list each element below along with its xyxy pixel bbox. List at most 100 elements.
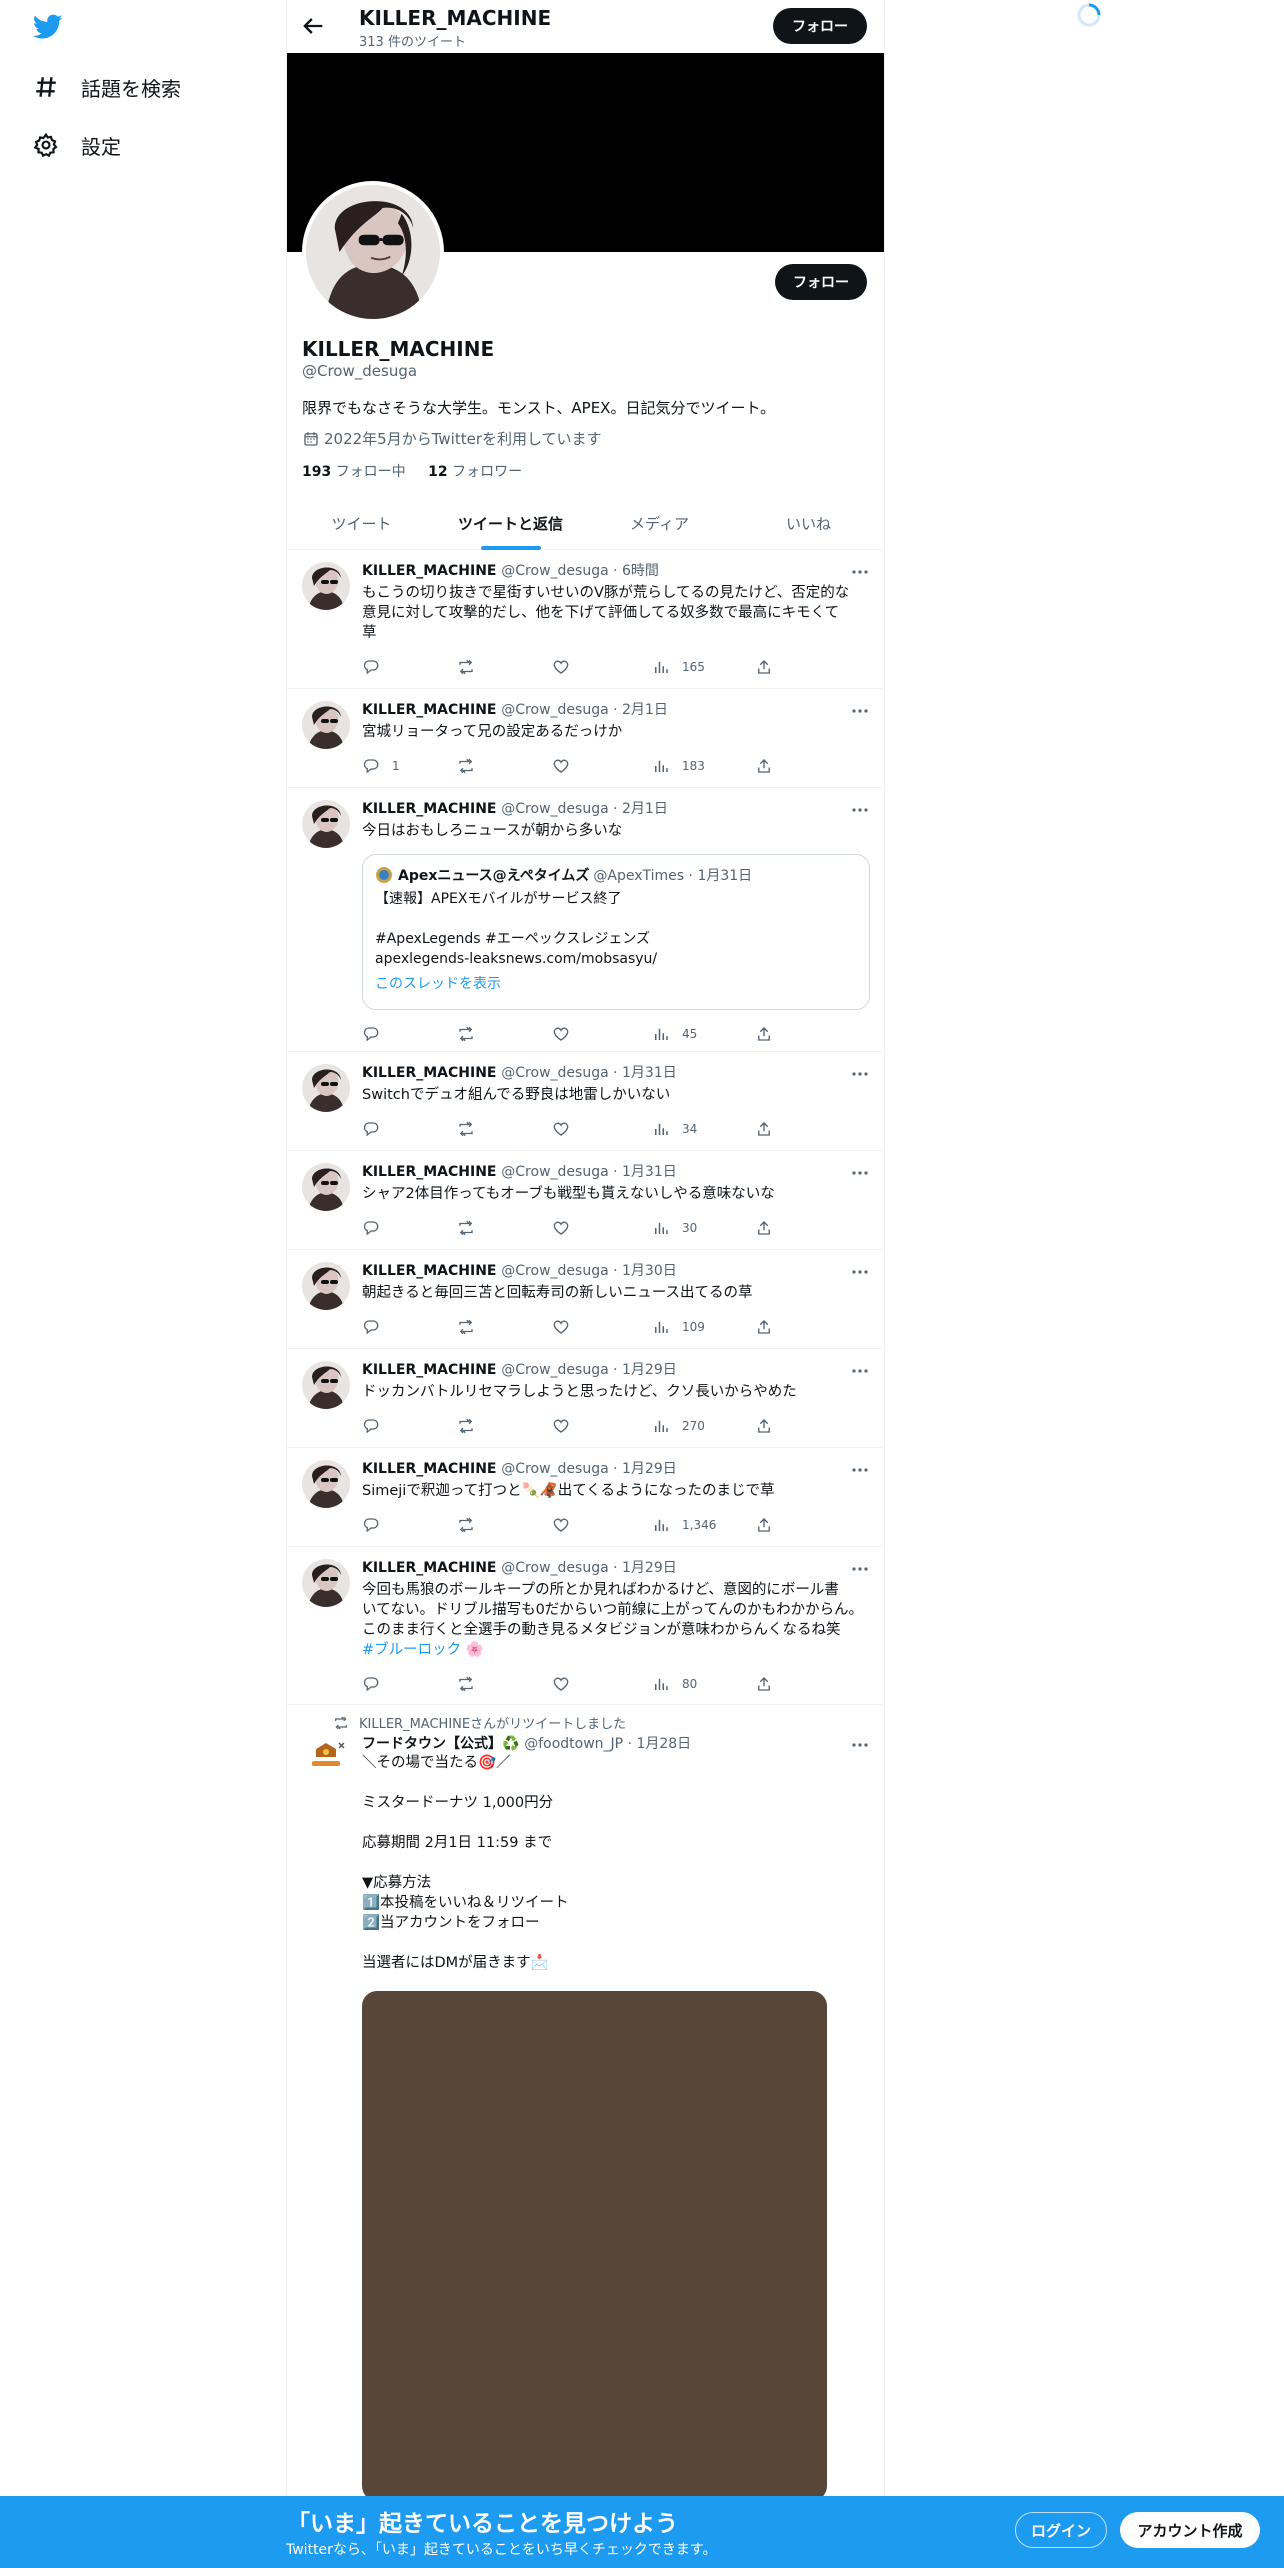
nav-settings[interactable]: 設定 xyxy=(33,125,121,165)
tweet-avatar[interactable] xyxy=(302,1361,350,1409)
tweet[interactable]: KILLER_MACHINE @Crow_desuga · 1月31日 Swit… xyxy=(287,1052,884,1151)
retweet-button[interactable] xyxy=(457,1317,475,1337)
like-button[interactable] xyxy=(552,657,570,677)
retweet-button[interactable] xyxy=(457,1674,475,1694)
share-button[interactable] xyxy=(755,1317,773,1337)
reply-button[interactable] xyxy=(362,1317,392,1337)
views-button[interactable]: 34 xyxy=(652,1119,697,1139)
like-button[interactable] xyxy=(552,1317,570,1337)
tweet[interactable]: KILLER_MACHINE @Crow_desuga · 1月29日 ドッカン… xyxy=(287,1349,884,1448)
tweet-avatar[interactable] xyxy=(302,1163,350,1211)
tweet-avatar[interactable] xyxy=(302,562,350,610)
back-arrow-icon[interactable] xyxy=(299,12,327,40)
more-options-icon[interactable] xyxy=(850,1735,870,1755)
more-options-icon[interactable] xyxy=(850,1262,870,1282)
retweet-button[interactable] xyxy=(457,1515,475,1535)
views-button[interactable]: 109 xyxy=(652,1317,705,1337)
tweet-avatar[interactable] xyxy=(302,1262,350,1310)
share-button[interactable] xyxy=(755,1515,773,1535)
views-button[interactable]: 183 xyxy=(652,756,705,776)
more-options-icon[interactable] xyxy=(850,562,870,582)
share-button[interactable] xyxy=(755,1218,773,1238)
tweet-author-name[interactable]: KILLER_MACHINE xyxy=(362,1560,497,1576)
like-button[interactable] xyxy=(552,1416,570,1436)
more-options-icon[interactable] xyxy=(850,1064,870,1084)
tweet[interactable]: KILLER_MACHINE @Crow_desuga · 1月31日 シャア2… xyxy=(287,1151,884,1250)
tweet-media-image[interactable] xyxy=(362,1991,827,2501)
quoted-tweet[interactable]: Apexニュース@えぺタイムズ @ApexTimes · 1月31日 【速報】A… xyxy=(362,854,870,1010)
reply-button[interactable] xyxy=(362,1416,392,1436)
views-button[interactable]: 1,346 xyxy=(652,1515,716,1535)
views-button[interactable]: 30 xyxy=(652,1218,697,1238)
reply-button[interactable] xyxy=(362,1024,392,1044)
share-button[interactable] xyxy=(755,1416,773,1436)
profile-follow-button[interactable]: フォロー xyxy=(775,264,867,300)
reply-button[interactable] xyxy=(362,1674,392,1694)
show-thread-link[interactable]: このスレッドを表示 xyxy=(375,973,501,993)
tweet-avatar[interactable] xyxy=(302,701,350,749)
like-button[interactable] xyxy=(552,1119,570,1139)
like-button[interactable] xyxy=(552,1674,570,1694)
tweet-avatar[interactable] xyxy=(302,1460,350,1508)
twitter-bird-icon[interactable] xyxy=(33,14,63,40)
reply-button[interactable]: 1 xyxy=(362,756,400,776)
tab-likes[interactable]: いいね xyxy=(734,497,883,550)
reply-button[interactable] xyxy=(362,1119,392,1139)
retweet-button[interactable] xyxy=(457,1119,475,1139)
retweet-button[interactable] xyxy=(457,1024,475,1044)
more-options-icon[interactable] xyxy=(850,1361,870,1381)
tweet-author-name[interactable]: KILLER_MACHINE xyxy=(362,1065,497,1081)
share-button[interactable] xyxy=(755,657,773,677)
tweet-avatar[interactable] xyxy=(302,1559,350,1607)
header-follow-button[interactable]: フォロー xyxy=(773,8,867,44)
like-button[interactable] xyxy=(552,1024,570,1044)
tweet[interactable]: KILLER_MACHINE @Crow_desuga · 2月1日 今日はおも… xyxy=(287,788,884,1052)
like-button[interactable] xyxy=(552,1515,570,1535)
views-button[interactable]: 45 xyxy=(652,1024,697,1044)
retweet-button[interactable] xyxy=(457,1218,475,1238)
tweet-author-name[interactable]: KILLER_MACHINE xyxy=(362,1164,497,1180)
tweet-author-name[interactable]: フードタウン【公式】♻️ xyxy=(362,1736,519,1752)
tweet[interactable]: KILLER_MACHINE @Crow_desuga · 2月1日 宮城リョー… xyxy=(287,689,884,788)
retweet-button[interactable] xyxy=(457,1416,475,1436)
views-button[interactable]: 165 xyxy=(652,657,705,677)
tweet-author-name[interactable]: KILLER_MACHINE xyxy=(362,1461,497,1477)
tweet-avatar[interactable] xyxy=(302,1735,350,1783)
profile-avatar[interactable] xyxy=(302,181,444,323)
tweet-author-name[interactable]: KILLER_MACHINE xyxy=(362,1362,497,1378)
like-button[interactable] xyxy=(552,756,570,776)
share-button[interactable] xyxy=(755,1024,773,1044)
tweet[interactable]: KILLER_MACHINE @Crow_desuga · 1月29日 Sime… xyxy=(287,1448,884,1547)
more-options-icon[interactable] xyxy=(850,800,870,820)
retweeted-tweet[interactable]: KILLER_MACHINEさんがリツイートしました フードタウン【公式】♻️ … xyxy=(287,1705,884,2568)
login-button[interactable]: ログイン xyxy=(1015,2512,1107,2548)
views-button[interactable]: 270 xyxy=(652,1416,705,1436)
more-options-icon[interactable] xyxy=(850,1460,870,1480)
reply-button[interactable] xyxy=(362,1515,392,1535)
like-button[interactable] xyxy=(552,1218,570,1238)
tweet-author-name[interactable]: KILLER_MACHINE xyxy=(362,702,497,718)
share-button[interactable] xyxy=(755,1119,773,1139)
tweet-author-name[interactable]: KILLER_MACHINE xyxy=(362,1263,497,1279)
more-options-icon[interactable] xyxy=(850,1559,870,1579)
share-button[interactable] xyxy=(755,756,773,776)
tweet[interactable]: KILLER_MACHINE @Crow_desuga · 1月29日 今回も馬… xyxy=(287,1547,884,1705)
tweet-author-name[interactable]: KILLER_MACHINE xyxy=(362,563,497,579)
tweet[interactable]: KILLER_MACHINE @Crow_desuga · 6時間 もこうの切り… xyxy=(287,550,884,689)
retweet-button[interactable] xyxy=(457,756,475,776)
tab-tweets-and-replies[interactable]: ツイートと返信 xyxy=(436,497,585,550)
tweet[interactable]: KILLER_MACHINE @Crow_desuga · 1月30日 朝起きる… xyxy=(287,1250,884,1349)
reply-button[interactable] xyxy=(362,657,392,677)
more-options-icon[interactable] xyxy=(850,701,870,721)
followers-link[interactable]: 12 フォロワー xyxy=(428,464,522,480)
share-button[interactable] xyxy=(755,1674,773,1694)
signup-button[interactable]: アカウント作成 xyxy=(1120,2512,1260,2548)
views-button[interactable]: 80 xyxy=(652,1674,697,1694)
nav-explore[interactable]: 話題を検索 xyxy=(33,67,181,107)
more-options-icon[interactable] xyxy=(850,1163,870,1183)
tweet-avatar[interactable] xyxy=(302,800,350,848)
tweet-hashtag[interactable]: #ブルーロック 🌸 xyxy=(362,1642,484,1658)
tab-media[interactable]: メディア xyxy=(585,497,734,550)
following-link[interactable]: 193 フォロー中 xyxy=(302,464,406,480)
retweet-button[interactable] xyxy=(457,657,475,677)
